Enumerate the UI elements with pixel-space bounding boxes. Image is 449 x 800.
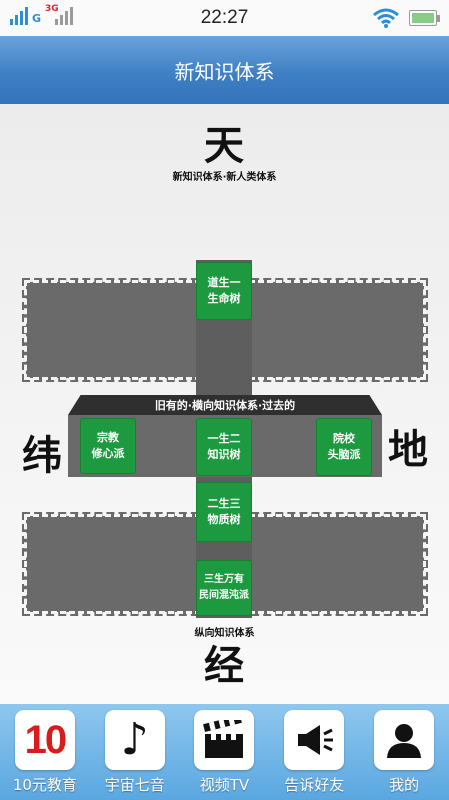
- heaven-char: 天: [204, 123, 244, 169]
- bottom-caption: 纵向知识体系: [194, 628, 255, 639]
- music-note-icon[interactable]: ♪: [104, 710, 165, 770]
- nav-item-ten-yuan-education[interactable]: 10 10元教育: [0, 704, 90, 800]
- nav-item-tell-friends[interactable]: 告诉好友: [269, 704, 359, 800]
- battery-icon: [409, 10, 440, 26]
- megaphone-icon[interactable]: [284, 710, 345, 770]
- box-folk-chaos[interactable]: 三生万有 民间混沌派: [196, 560, 252, 616]
- nav-item-video-tv[interactable]: 视频TV: [180, 704, 270, 800]
- wifi-icon: [373, 8, 399, 28]
- earth-char: 地: [388, 427, 428, 473]
- ten-icon-text: 10: [24, 717, 67, 762]
- nav-label: 宇宙七音: [104, 776, 165, 794]
- diagram-area: 天 新知识体系·新人类体系 旧有的·横向知识体系·过去的 纬 地 道生一 生命树…: [0, 104, 449, 704]
- box-religion[interactable]: 宗教 修心派: [80, 418, 136, 474]
- music-note-glyph: ♪: [120, 714, 149, 765]
- weft-char: 纬: [22, 433, 62, 479]
- box-academy[interactable]: 院校 头脑派: [316, 418, 372, 476]
- page-title: 新知识体系: [174, 59, 275, 84]
- status-right: [373, 8, 440, 28]
- box-knowledge-tree[interactable]: 一生二 知识树: [196, 418, 252, 476]
- bottom-nav: 10 10元教育 ♪ 宇宙七音 视频TV 告诉好友 我的: [0, 704, 449, 800]
- top-caption: 新知识体系·新人类体系: [172, 172, 277, 183]
- status-bar: G 3G 22:27: [0, 0, 449, 36]
- nav-label: 我的: [389, 776, 420, 794]
- nav-item-cosmic-tones[interactable]: ♪ 宇宙七音: [90, 704, 180, 800]
- ten-icon[interactable]: 10: [14, 710, 75, 770]
- nav-label: 视频TV: [199, 776, 250, 794]
- nav-label: 10元教育: [12, 776, 77, 794]
- clapperboard-icon[interactable]: [194, 710, 255, 770]
- nav-item-mine[interactable]: 我的: [359, 704, 449, 800]
- warp-char: 经: [204, 643, 244, 689]
- middle-band-label: 旧有的·横向知识体系·过去的: [154, 399, 296, 412]
- nav-label: 告诉好友: [284, 776, 345, 794]
- box-dao-life-tree[interactable]: 道生一 生命树: [196, 262, 252, 320]
- title-bar: 新知识体系: [0, 36, 449, 104]
- box-material-tree[interactable]: 二生三 物质树: [196, 482, 252, 542]
- person-icon[interactable]: [374, 710, 435, 770]
